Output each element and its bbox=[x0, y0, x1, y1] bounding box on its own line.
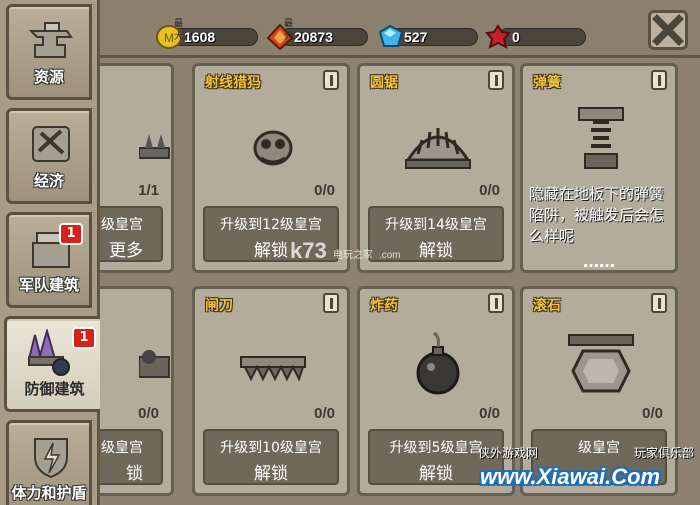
k73-watermark-sub: 电玩之家 bbox=[332, 250, 373, 261]
resource-value: 0 bbox=[512, 29, 520, 45]
spikes-icon bbox=[27, 329, 70, 376]
build-count: 0/0 bbox=[314, 405, 335, 422]
build-count: 0/0 bbox=[138, 405, 159, 422]
resource-value: 20873 bbox=[294, 29, 333, 45]
category-tab-army-buildings[interactable]: 1 军队建筑 bbox=[6, 212, 92, 308]
lock-panel: 升级到10级皇宫 解锁 bbox=[203, 429, 339, 485]
bomb-icon bbox=[416, 331, 460, 395]
category-label: 经济 bbox=[33, 172, 64, 190]
mammoth-turret-icon bbox=[253, 130, 293, 166]
card-header: 射线猎犸 bbox=[195, 66, 347, 94]
category-sidebar: 资源 经济 1 军队建筑 1 防御建筑 体力和护盾 bbox=[0, 0, 102, 505]
resource-bar: M 最大:35000 1608 最大:35000 20873 527 0 bbox=[100, 0, 700, 58]
shield-icon bbox=[34, 438, 68, 479]
building-title: 射线猎犸 bbox=[205, 75, 261, 91]
category-tab-stamina-shield[interactable]: 体力和护盾 bbox=[6, 420, 92, 505]
build-count: 0/0 bbox=[479, 182, 500, 199]
lock-panel: 7级皇宫 更多 bbox=[100, 206, 163, 262]
building-card[interactable]: 弹簧 隐藏在地板下的弹簧陷阱，被触发后会怎么样呢 …… bbox=[520, 63, 678, 273]
guillotine-trap-icon bbox=[240, 356, 306, 382]
unlock-label: 解锁 bbox=[254, 464, 288, 484]
xiawai-watermark-right: 玩家俱乐部 bbox=[633, 446, 694, 460]
card-header: 炸药 bbox=[360, 289, 512, 317]
building-title: 炸药 bbox=[370, 298, 398, 314]
notification-badge: 1 bbox=[72, 327, 96, 349]
build-count: 1/1 bbox=[138, 182, 159, 199]
building-card[interactable]: 0/0 7级皇宫 锁 bbox=[100, 286, 174, 496]
rolling-stone-icon bbox=[568, 334, 634, 393]
unlock-label: 更多 bbox=[109, 241, 143, 261]
building-title: 圆锯 bbox=[370, 75, 398, 91]
notification-badge: 1 bbox=[59, 223, 83, 245]
building-card[interactable]: 1/1 7级皇宫 更多 bbox=[100, 63, 174, 273]
category-tab-defense-buildings[interactable]: 1 防御建筑 bbox=[4, 316, 102, 412]
resource-value: 1608 bbox=[184, 29, 216, 45]
card-header: 弹簧 bbox=[523, 66, 675, 94]
card-header: 滚石 bbox=[523, 289, 675, 317]
svg-text:M: M bbox=[164, 31, 174, 45]
building-title: 弹簧 bbox=[533, 75, 561, 91]
blue-gem-icon bbox=[378, 24, 404, 47]
anvil-icon bbox=[28, 22, 73, 58]
pickaxe-icon bbox=[32, 126, 70, 162]
k73-watermark-domain: .com bbox=[378, 250, 401, 261]
requirement-text: 7级皇宫 bbox=[100, 440, 143, 456]
requirement-text: 升级到10级皇宫 bbox=[220, 440, 322, 456]
category-label: 防御建筑 bbox=[24, 380, 85, 398]
info-button[interactable] bbox=[488, 293, 504, 313]
info-button[interactable] bbox=[651, 293, 667, 313]
info-button[interactable] bbox=[651, 70, 667, 90]
close-icon bbox=[652, 14, 684, 46]
close-button[interactable] bbox=[648, 10, 688, 50]
category-label: 体力和护盾 bbox=[11, 484, 87, 502]
resource-value: 527 bbox=[404, 29, 428, 45]
building-card[interactable]: 闸刀 0/0 升级到10级皇宫 解锁 bbox=[192, 286, 350, 496]
circular-saw-icon bbox=[405, 128, 471, 169]
building-title: 滚石 bbox=[533, 298, 561, 314]
k73-watermark-text: k73 bbox=[290, 238, 327, 263]
card-header: 闸刀 bbox=[195, 289, 347, 317]
build-count: 0/0 bbox=[314, 182, 335, 199]
xiawai-watermark: 侠外游戏网 玩家俱乐部 www.Xiawai.Com bbox=[470, 440, 700, 505]
category-tab-economy[interactable]: 经济 bbox=[6, 108, 92, 204]
unlock-label: 锁 bbox=[126, 464, 143, 484]
info-button[interactable] bbox=[323, 70, 339, 90]
requirement-text: 升级到14级皇宫 bbox=[385, 217, 487, 233]
category-tab-resources[interactable]: 资源 bbox=[6, 4, 92, 100]
building-grid: 1/1 7级皇宫 更多 射线猎犸 0/0 升级到12级皇宫 解锁 圆锯 bbox=[100, 58, 700, 505]
xiawai-watermark-domain: www.Xiawai.Com bbox=[480, 464, 661, 489]
requirement-text: 升级到12级皇宫 bbox=[220, 217, 322, 233]
card-header: 圆锯 bbox=[360, 66, 512, 94]
red-ruby-icon bbox=[485, 24, 511, 49]
info-button[interactable] bbox=[323, 293, 339, 313]
requirement-text: 7级皇宫 bbox=[100, 217, 143, 233]
xiawai-watermark-left: 侠外游戏网 bbox=[478, 446, 539, 460]
lock-panel: 7级皇宫 锁 bbox=[100, 429, 163, 485]
build-count: 0/0 bbox=[642, 405, 663, 422]
k73-watermark: k73 电玩之家 .com bbox=[290, 238, 401, 264]
info-button[interactable] bbox=[488, 70, 504, 90]
build-count: 0/0 bbox=[479, 405, 500, 422]
category-label: 军队建筑 bbox=[18, 276, 79, 294]
spring-trap-icon bbox=[578, 107, 624, 169]
category-label: 资源 bbox=[33, 68, 64, 86]
ellipsis: …… bbox=[583, 252, 615, 271]
building-title: 闸刀 bbox=[205, 298, 233, 314]
